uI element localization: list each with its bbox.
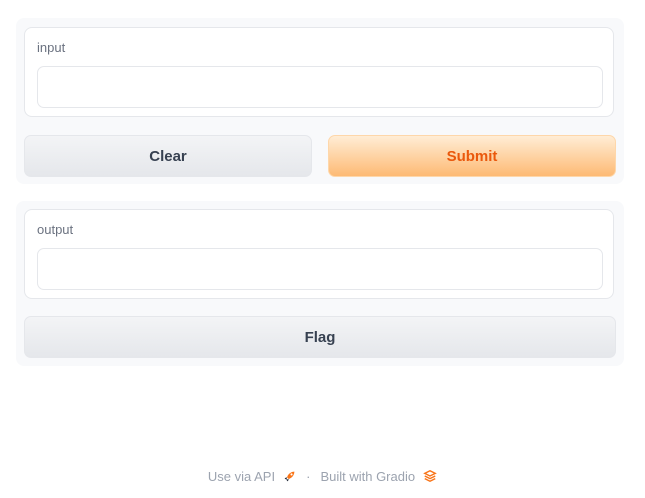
clear-button[interactable]: Clear (24, 135, 312, 177)
flag-button[interactable]: Flag (24, 316, 616, 358)
input-textarea[interactable] (37, 66, 603, 108)
output-label: output (37, 222, 74, 237)
output-textarea[interactable] (37, 248, 603, 290)
built-with-gradio-label: Built with Gradio (320, 468, 416, 484)
output-panel: output Flag (16, 201, 624, 366)
input-label: input (37, 40, 66, 55)
input-panel: input Clear Submit (16, 18, 624, 184)
use-via-api-label: Use via API (207, 468, 276, 484)
output-block: output (24, 209, 614, 299)
submit-button[interactable]: Submit (328, 135, 616, 177)
input-block: input (24, 27, 614, 117)
use-via-api-link[interactable]: Use via API (208, 469, 296, 484)
built-with-gradio-link[interactable]: Built with Gradio (320, 469, 437, 484)
footer: Use via API · Built with Gradio (0, 466, 645, 486)
footer-separator: · (306, 468, 311, 484)
gradio-logo-icon (423, 469, 437, 483)
rocket-icon (284, 471, 295, 481)
